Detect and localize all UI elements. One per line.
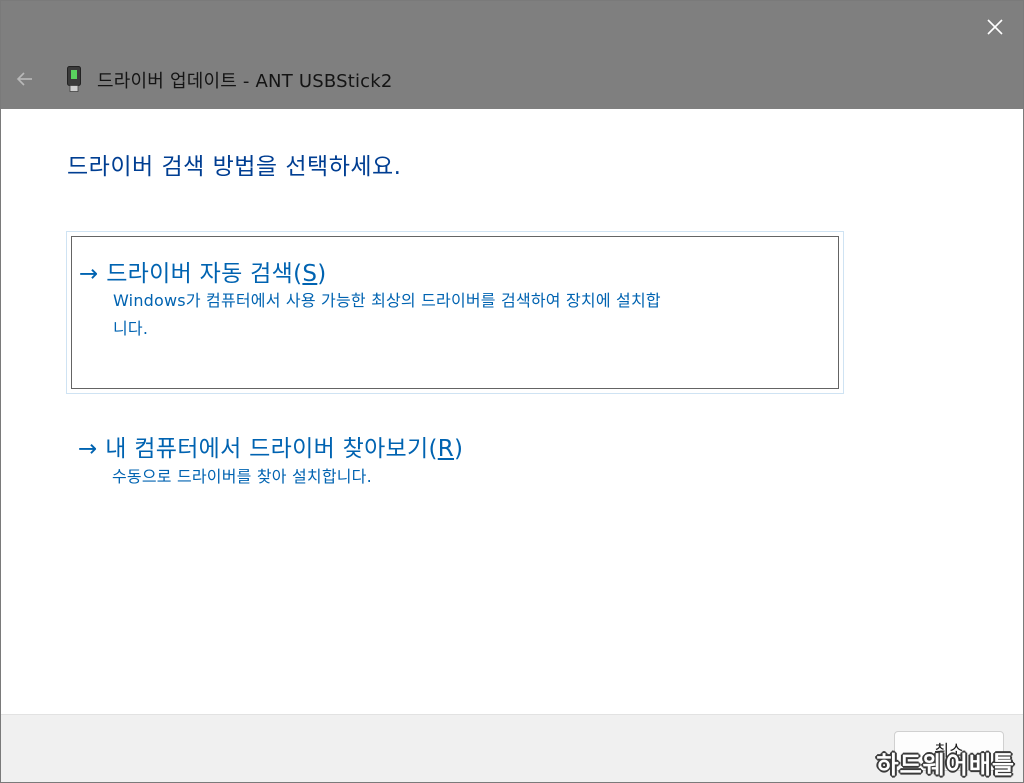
auto-search-title: → 드라이버 자동 검색(S) [79,254,327,288]
auto-search-title-text: 드라이버 자동 검색( [106,261,303,287]
browse-computer-driver-option[interactable]: → 내 컴퓨터에서 드라이버 찾아보기(R) 수동으로 드라이버를 찾아 설치합… [71,427,591,495]
browse-driver-accesskey: R [437,436,455,462]
navigation-bar: 드라이버 업데이트 - ANT USBStick2 [1,53,1023,109]
auto-search-description-line2: 니다. [113,319,149,338]
driver-update-dialog: 드라이버 업데이트 - ANT USBStick2 드라이버 검색 방법을 선택… [0,0,1024,783]
auto-search-accesskey: S [302,261,318,287]
back-button[interactable] [7,61,43,97]
browse-driver-description: 수동으로 드라이버를 찾아 설치합니다. [112,467,372,486]
page-heading: 드라이버 검색 방법을 선택하세요. [67,154,402,180]
usb-device-icon [67,66,81,92]
dialog-footer: 취소 [1,714,1023,782]
auto-search-title-end: ) [317,261,327,287]
back-arrow-icon [16,72,32,86]
right-arrow-icon: → [79,261,99,287]
right-arrow-icon: → [78,436,98,462]
auto-search-driver-option[interactable]: → 드라이버 자동 검색(S) Windows가 컴퓨터에서 사용 가능한 최상… [66,231,844,394]
title-bar [1,1,1023,53]
close-icon [987,19,1003,35]
auto-search-description-line1: Windows가 컴퓨터에서 사용 가능한 최상의 드라이버를 검색하여 장치에… [113,291,661,310]
browse-driver-title-text: 내 컴퓨터에서 드라이버 찾아보기( [105,436,438,462]
close-button[interactable] [967,1,1023,53]
auto-search-description: Windows가 컴퓨터에서 사용 가능한 최상의 드라이버를 검색하여 장치에… [113,287,833,343]
dialog-title: 드라이버 업데이트 - ANT USBStick2 [97,71,393,92]
browse-driver-title-end: ) [454,436,464,462]
watermark-logo: 하드웨어배틀 [876,751,1015,779]
browse-driver-title: → 내 컴퓨터에서 드라이버 찾아보기(R) [78,429,463,463]
